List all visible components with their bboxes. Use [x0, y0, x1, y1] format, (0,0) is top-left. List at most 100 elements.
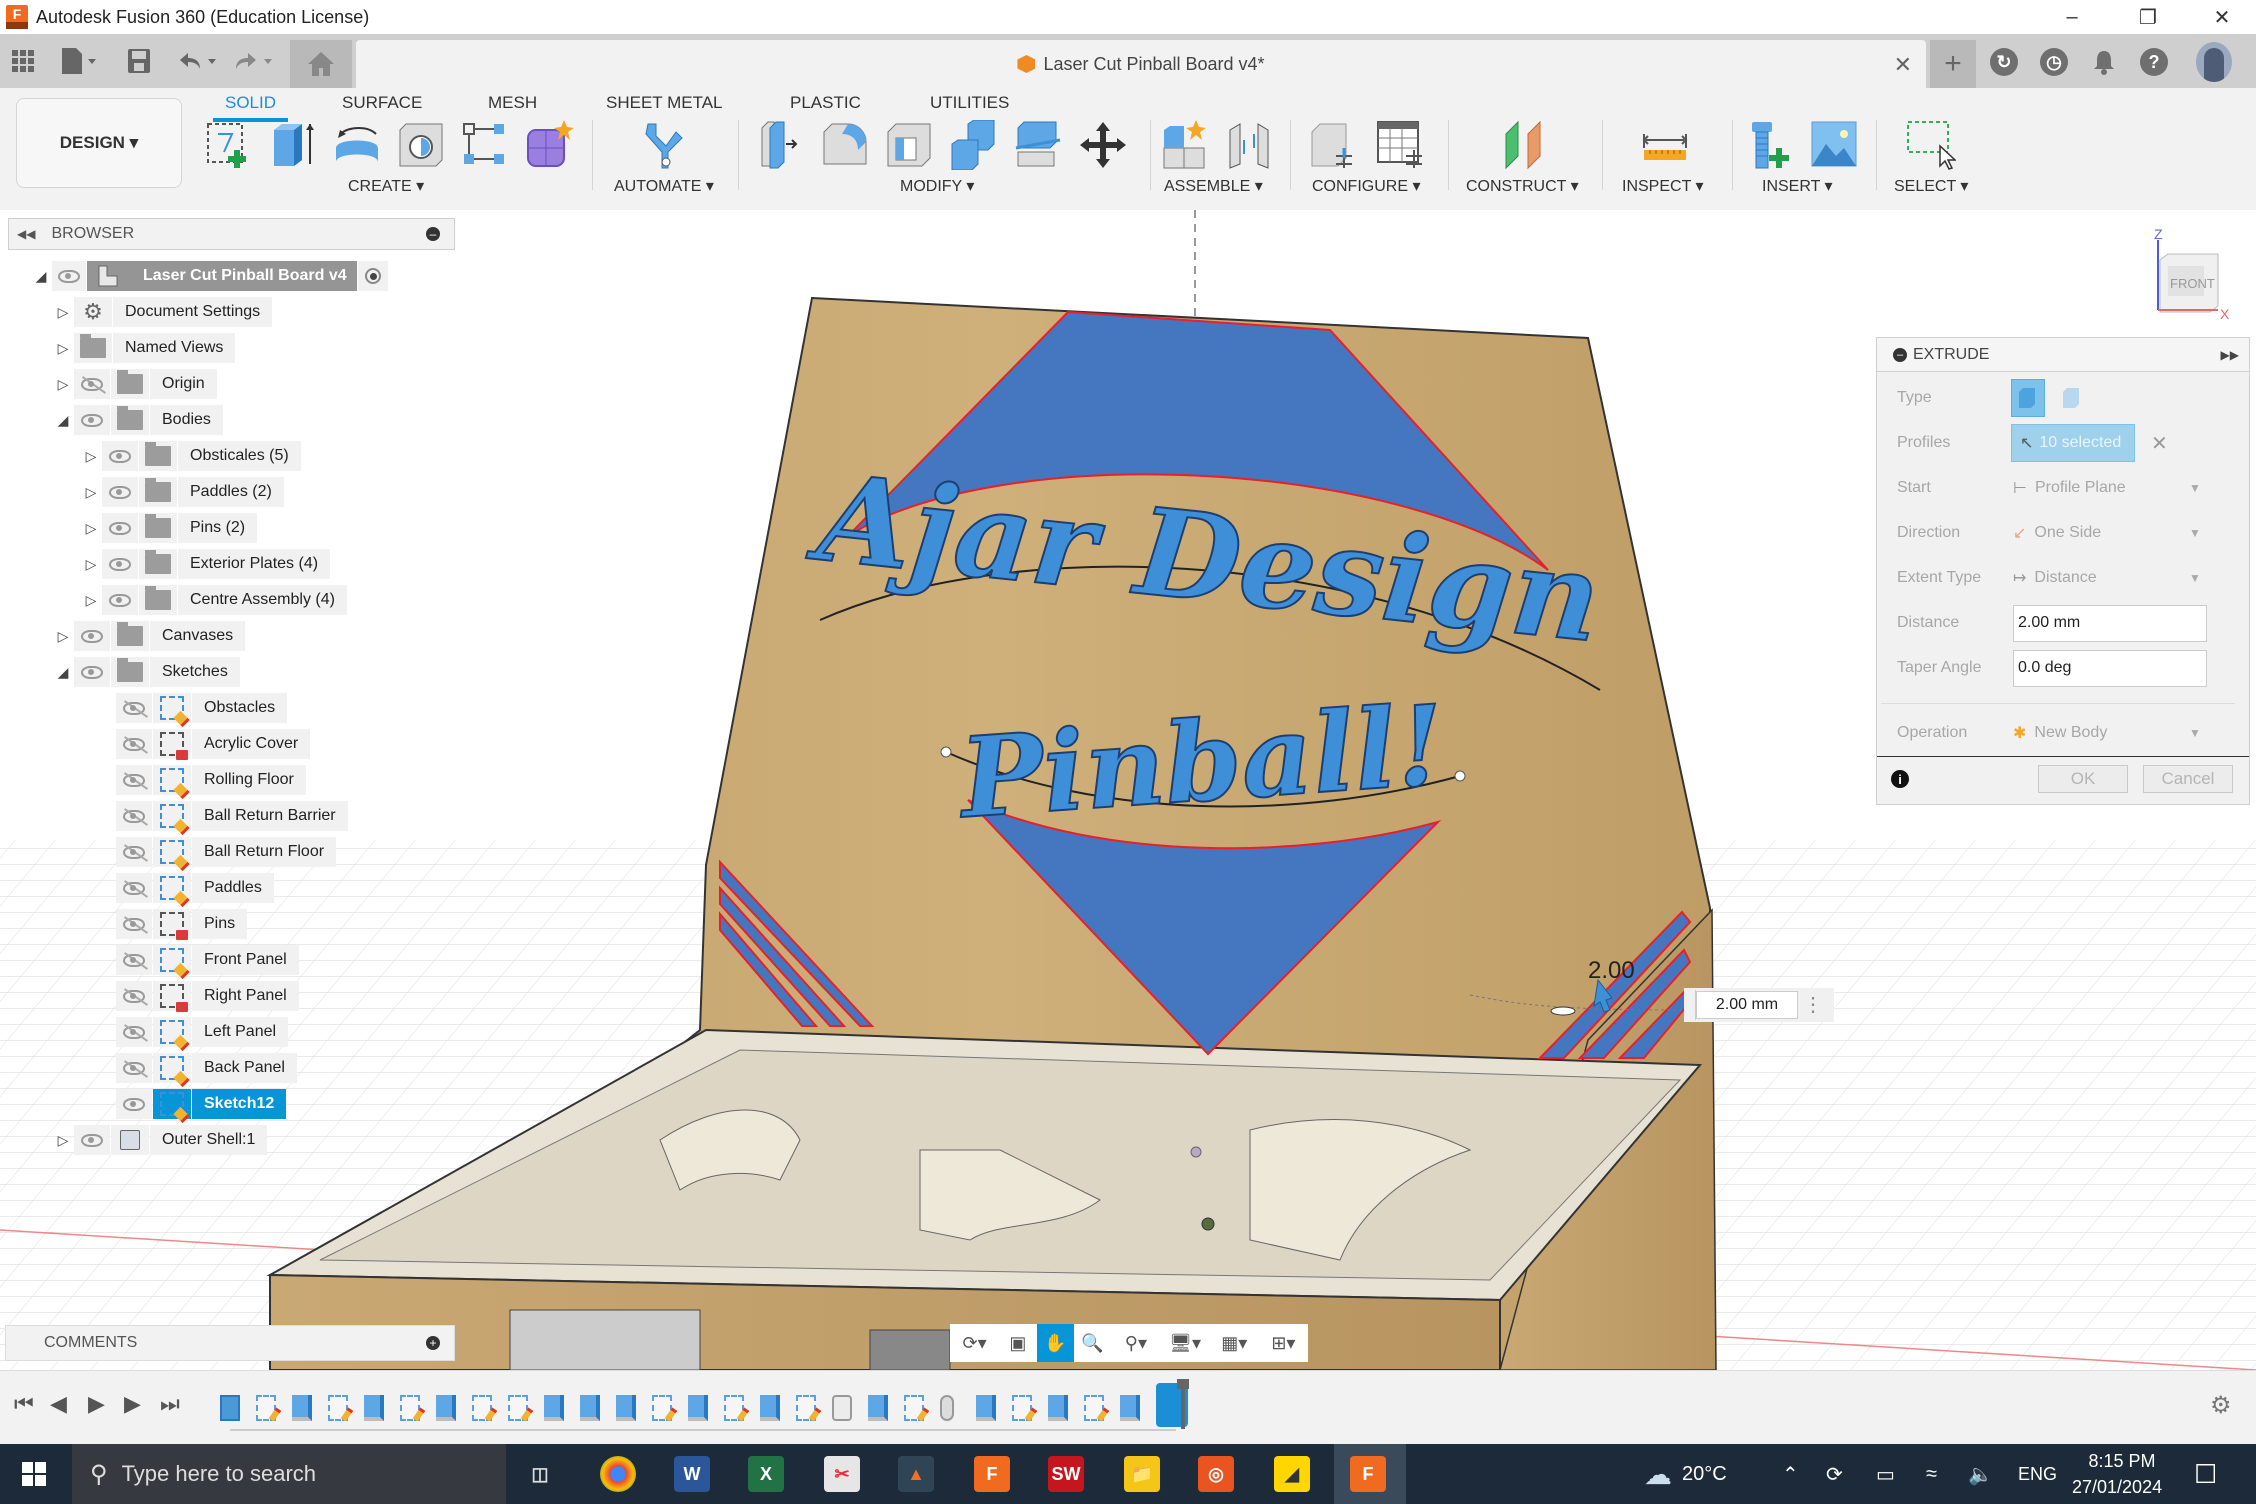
- chevron-down-icon[interactable]: ▼: [2189, 481, 2201, 495]
- direction-row[interactable]: Direction ↙ One Side ▼: [1877, 513, 2251, 553]
- browser-item[interactable]: Paddles: [116, 873, 275, 903]
- hidden-eye-icon[interactable]: [74, 369, 110, 399]
- timeline-extrude-icon[interactable]: [760, 1395, 780, 1421]
- close-tab-icon[interactable]: ✕: [1894, 52, 1912, 78]
- battery-icon[interactable]: ▭: [1876, 1444, 1895, 1504]
- expand-triangle-icon[interactable]: ▷: [52, 340, 74, 357]
- apps-grid-icon[interactable]: [12, 42, 34, 80]
- chevron-down-icon[interactable]: ▼: [2189, 526, 2201, 540]
- timeline-sketch-icon[interactable]: [1012, 1395, 1032, 1421]
- look-at-icon[interactable]: ▣: [999, 1324, 1036, 1362]
- select-menu[interactable]: SELECT ▾: [1894, 176, 1968, 196]
- create-menu[interactable]: CREATE ▾: [348, 176, 424, 196]
- distance-input[interactable]: 2.00 mm: [2013, 604, 2207, 642]
- browser-item[interactable]: ▷ ⚙ Document Settings: [52, 297, 273, 327]
- distance-inline-input[interactable]: 2.00 mm: [1696, 991, 1798, 1019]
- play-icon[interactable]: ▶: [88, 1391, 105, 1417]
- timeline-extrude-icon[interactable]: [292, 1395, 312, 1421]
- browser-item[interactable]: ▷ Origin: [52, 369, 218, 399]
- sync-icon[interactable]: ⟳: [1826, 1444, 1843, 1504]
- activate-radio-icon[interactable]: [358, 261, 388, 291]
- timeline-canvas-icon[interactable]: [220, 1395, 240, 1421]
- fillet-icon[interactable]: [820, 120, 870, 170]
- tab-plastic[interactable]: PLASTIC: [790, 88, 861, 118]
- expand-triangle-icon[interactable]: ▷: [52, 1132, 74, 1149]
- timeline-extrude-icon[interactable]: [544, 1395, 564, 1421]
- visibility-eye-icon[interactable]: [74, 1125, 110, 1155]
- timeline-extrude-icon[interactable]: [976, 1395, 996, 1421]
- more-options-icon[interactable]: ⋮: [1798, 995, 1828, 1015]
- notifications-bell-icon[interactable]: [2090, 48, 2118, 76]
- revolve-icon[interactable]: [332, 120, 382, 170]
- timeline-new-body-icon[interactable]: [832, 1395, 852, 1421]
- viewcube-front-label[interactable]: FRONT: [2170, 276, 2215, 291]
- expand-dialog-icon[interactable]: ▶▶: [2221, 348, 2239, 362]
- joint-icon[interactable]: [1224, 120, 1274, 170]
- sketch-point[interactable]: [1454, 770, 1466, 782]
- sticky-notes-icon[interactable]: ◢: [1274, 1456, 1310, 1492]
- windows-start-icon[interactable]: [22, 1462, 46, 1491]
- visibility-eye-icon[interactable]: [102, 549, 138, 579]
- extensions-icon[interactable]: ↻: [1990, 48, 2018, 76]
- redo-icon[interactable]: [234, 42, 274, 80]
- expand-triangle-icon[interactable]: ▷: [80, 520, 102, 537]
- configure-icon[interactable]: [1308, 120, 1358, 170]
- insert-menu[interactable]: INSERT ▾: [1762, 176, 1833, 196]
- browser-item[interactable]: Acrylic Cover: [116, 729, 311, 760]
- automate-menu[interactable]: AUTOMATE ▾: [614, 176, 714, 196]
- tab-utilities[interactable]: UTILITIES: [930, 88, 1009, 118]
- show-hidden-icons-icon[interactable]: ⌃: [1782, 1444, 1799, 1504]
- chevron-down-icon[interactable]: ▼: [2189, 726, 2201, 740]
- timeline-sketch-icon[interactable]: [904, 1395, 924, 1421]
- expand-triangle-icon[interactable]: ▷: [52, 304, 74, 321]
- hole-icon[interactable]: [396, 120, 446, 170]
- browser-item[interactable]: Ball Return Floor: [116, 837, 337, 867]
- browser-item[interactable]: Front Panel: [116, 945, 300, 975]
- visibility-eye-icon[interactable]: [74, 405, 110, 435]
- restore-button[interactable]: ❐: [2116, 0, 2180, 34]
- create-form-icon[interactable]: [524, 120, 574, 170]
- timeline-sketch-icon[interactable]: [328, 1395, 348, 1421]
- browser-item[interactable]: Left Panel: [116, 1017, 289, 1047]
- clear-selection-icon[interactable]: ✕: [2151, 431, 2168, 456]
- expand-triangle-icon[interactable]: ▷: [80, 592, 102, 609]
- collapse-dialog-icon[interactable]: –: [1893, 347, 1907, 362]
- type-solid-button[interactable]: [2011, 379, 2045, 417]
- save-icon[interactable]: [128, 42, 150, 80]
- ubuntu-icon[interactable]: ◎: [1198, 1456, 1234, 1492]
- home-button[interactable]: [290, 40, 352, 88]
- timeline-sketch-icon[interactable]: [796, 1395, 816, 1421]
- shell-icon[interactable]: [884, 120, 934, 170]
- volume-icon[interactable]: 🔈: [1968, 1444, 1993, 1504]
- hidden-eye-icon[interactable]: [116, 765, 152, 795]
- word-icon[interactable]: W: [674, 1456, 710, 1492]
- hidden-eye-icon[interactable]: [116, 801, 152, 831]
- expand-triangle-icon[interactable]: ▷: [80, 484, 102, 501]
- collapse-browser-icon[interactable]: ◀◀: [17, 227, 35, 241]
- browser-item[interactable]: ▷ Centre Assembly (4): [80, 585, 348, 615]
- help-icon[interactable]: ?: [2140, 48, 2168, 76]
- fit-zoom-window-icon[interactable]: ⚲▾: [1111, 1324, 1160, 1362]
- comments-panel[interactable]: COMMENTS +: [5, 1325, 455, 1361]
- timeline-sketch-icon[interactable]: [1084, 1395, 1104, 1421]
- ok-button[interactable]: OK: [2038, 765, 2128, 793]
- extrude-icon[interactable]: [270, 120, 320, 170]
- browser-item[interactable]: Sketch12: [116, 1089, 287, 1119]
- hidden-eye-icon[interactable]: [116, 729, 152, 759]
- browser-item[interactable]: ▷ Obsticales (5): [80, 441, 302, 471]
- hidden-eye-icon[interactable]: [116, 837, 152, 867]
- chevron-down-icon[interactable]: ▼: [2189, 571, 2201, 585]
- extrude-dialog-header[interactable]: – EXTRUDE ▶▶: [1877, 338, 2249, 372]
- type-thin-button[interactable]: [2055, 379, 2089, 417]
- pan-hand-icon[interactable]: ✋: [1036, 1324, 1074, 1362]
- user-avatar[interactable]: [2196, 42, 2232, 82]
- extent-row[interactable]: Extent Type ↦ Distance ▼: [1877, 558, 2251, 598]
- browser-item[interactable]: Rolling Floor: [116, 765, 307, 795]
- timeline-settings-gear-icon[interactable]: ⚙: [2210, 1391, 2232, 1420]
- assemble-menu[interactable]: ASSEMBLE ▾: [1164, 176, 1263, 196]
- create-sketch-icon[interactable]: [204, 120, 254, 170]
- browser-item[interactable]: ◢ Bodies: [52, 405, 224, 435]
- language-indicator[interactable]: ENG: [2018, 1444, 2057, 1504]
- timeline-sketch-icon[interactable]: [472, 1395, 492, 1421]
- modify-menu[interactable]: MODIFY ▾: [900, 176, 974, 196]
